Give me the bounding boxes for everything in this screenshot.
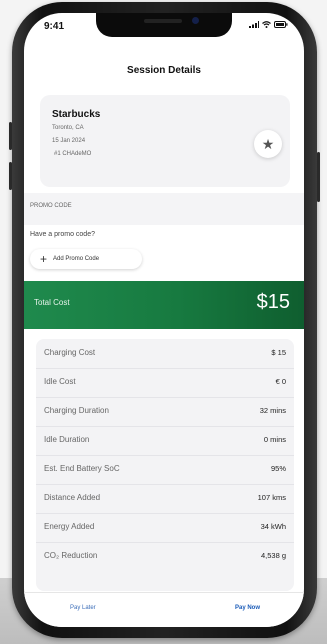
- session-date: 15 Jan 2024: [52, 138, 86, 144]
- station-location: Toronto, CA: [52, 125, 84, 131]
- volume-button: [9, 162, 12, 190]
- signal-icon: [249, 21, 259, 28]
- promo-question: Have a promo code?: [30, 231, 95, 238]
- station-card: Starbucks Toronto, CA 15 Jan 2024 #1 CHA…: [40, 95, 290, 187]
- detail-label: Idle Cost: [44, 377, 76, 386]
- detail-value: 107 kms: [257, 493, 286, 502]
- power-button: [317, 152, 320, 202]
- detail-label: Charging Cost: [44, 348, 96, 357]
- detail-row: Idle Duration 0 mins: [36, 426, 294, 456]
- promo-section-header: [24, 193, 304, 225]
- star-icon: ★: [261, 135, 275, 152]
- total-cost-value: $15: [256, 291, 290, 313]
- detail-value: 32 mins: [259, 406, 286, 415]
- notch: [96, 13, 232, 37]
- detail-row: Charging Duration 32 mins: [36, 397, 294, 427]
- favorite-button[interactable]: ★: [254, 130, 282, 158]
- app-screen: 9:41 Session Details Starbucks Toronto, …: [24, 13, 304, 627]
- detail-row: Energy Added 34 kWh: [36, 513, 294, 543]
- detail-value: 95%: [270, 464, 286, 473]
- detail-value: 34 kWh: [260, 522, 286, 531]
- detail-label: Charging Duration: [44, 406, 109, 415]
- page-title: Session Details: [127, 65, 201, 76]
- camera-icon: [192, 17, 199, 24]
- battery-icon: [274, 21, 288, 28]
- detail-label: CO₂ Reduction: [44, 551, 98, 560]
- detail-row: CO₂ Reduction 4,538 g: [36, 542, 294, 571]
- cost-breakdown-card: Charging Cost $ 15 Idle Cost € 0 Chargin…: [36, 339, 294, 591]
- detail-value: € 0: [275, 377, 286, 386]
- volume-button: [9, 122, 12, 150]
- action-bar: Pay Later Pay Now: [24, 592, 304, 627]
- detail-value: 4,538 g: [260, 551, 286, 560]
- add-promo-code-label: Add Promo Code: [53, 256, 100, 262]
- station-name: Starbucks: [52, 109, 101, 120]
- speaker-grille: [144, 19, 182, 23]
- status-icons: [249, 21, 288, 28]
- pay-now-button[interactable]: Pay Now: [235, 605, 260, 611]
- detail-row: Est. End Battery SoC 95%: [36, 455, 294, 485]
- detail-row: Idle Cost € 0: [36, 368, 294, 398]
- detail-row: Distance Added 107 kms: [36, 484, 294, 514]
- plus-icon: +: [40, 252, 48, 266]
- detail-label: Distance Added: [44, 493, 101, 502]
- status-time: 9:41: [44, 21, 65, 32]
- detail-value: $ 15: [271, 348, 286, 357]
- detail-row: Charging Cost $ 15: [36, 339, 294, 369]
- add-promo-code-button[interactable]: + Add Promo Code: [30, 249, 142, 269]
- detail-label: Idle Duration: [44, 435, 90, 444]
- detail-label: Est. End Battery SoC: [44, 464, 120, 473]
- pay-later-button[interactable]: Pay Later: [70, 605, 96, 611]
- connector-type: #1 CHAdeMO: [54, 151, 92, 157]
- wifi-icon: [262, 21, 271, 28]
- detail-value: 0 mins: [263, 435, 286, 444]
- promo-section-label: PROMO CODE: [30, 203, 72, 209]
- detail-label: Energy Added: [44, 522, 95, 531]
- total-cost-label: Total Cost: [34, 298, 70, 307]
